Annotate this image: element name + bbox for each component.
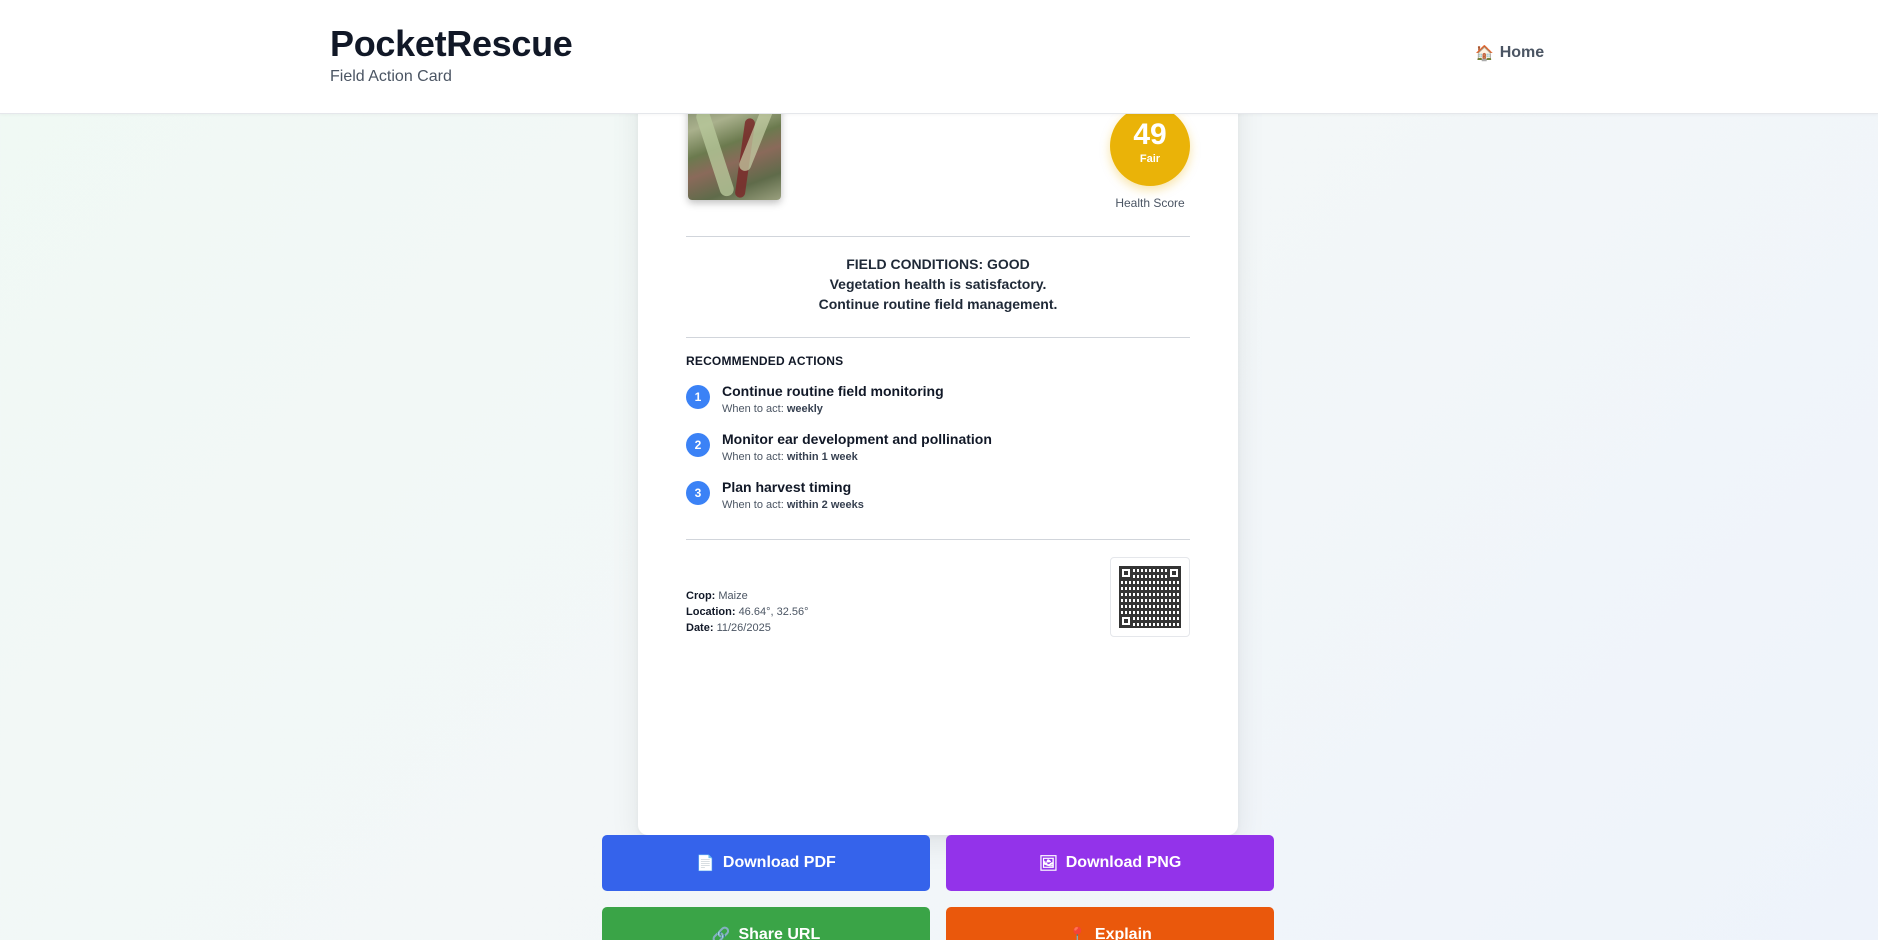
link-icon: 🔗 (711, 927, 731, 940)
house-icon: 🏠 (1475, 45, 1494, 62)
app-subtitle: Field Action Card (330, 68, 452, 85)
health-score-rating: Fair (1139, 153, 1161, 165)
qr-code-icon (1119, 566, 1181, 628)
app-header: PocketRescue Field Action Card 🏠 Home (0, 0, 1878, 114)
action-title: Continue routine field monitoring (722, 383, 944, 399)
action-timing: When to act: within 2 weeks (722, 499, 864, 511)
divider (686, 337, 1190, 338)
pin-icon: 📍 (1068, 927, 1087, 940)
home-link[interactable]: 🏠 Home (1475, 44, 1544, 62)
crop-info: Crop: Maize (686, 590, 748, 602)
download-pdf-button[interactable]: 📄 Download PDF (602, 835, 930, 891)
health-score-caption: Health Score (1115, 196, 1185, 210)
field-conditions-advice: Continue routine field management. (818, 296, 1058, 312)
action-title: Plan harvest timing (722, 479, 852, 495)
field-conditions-detail: Vegetation health is satisfactory. (829, 276, 1047, 292)
share-url-label: Share URL (738, 926, 821, 940)
field-conditions-summary: FIELD CONDITIONS: GOOD Vegetation health… (686, 254, 1190, 314)
field-action-card: 49 Fair Health Score FIELD CONDITIONS: G… (638, 60, 1238, 835)
step-number-badge: 3 (686, 481, 710, 505)
brand: PocketRescue Field Action Card (330, 22, 573, 86)
explain-label: Explain (1094, 926, 1152, 940)
download-pdf-label: Download PDF (722, 854, 836, 871)
document-icon: 📄 (696, 855, 715, 872)
recommended-actions-heading: RECOMMENDED ACTIONS (686, 354, 844, 368)
app-title: PocketRescue (330, 23, 573, 64)
image-icon: 🖼 (1038, 855, 1058, 872)
download-png-button[interactable]: 🖼 Download PNG (946, 835, 1274, 891)
action-timing: When to act: within 1 week (722, 451, 858, 463)
qr-code (1110, 557, 1190, 637)
divider (686, 236, 1190, 237)
share-url-button[interactable]: 🔗 Share URL (602, 907, 930, 940)
explain-button[interactable]: 📍 Explain (946, 907, 1274, 940)
home-link-label: Home (1499, 44, 1545, 61)
field-metadata: Crop: Maize Location: 46.64°, 32.56° Dat… (686, 588, 809, 636)
step-number-badge: 2 (686, 433, 710, 457)
action-timing: When to act: weekly (722, 403, 823, 415)
action-title: Monitor ear development and pollination (722, 431, 992, 447)
health-score-badge: 49 Fair (1110, 106, 1190, 186)
download-png-label: Download PNG (1065, 854, 1182, 871)
divider (686, 539, 1190, 540)
location-info: Location: 46.64°, 32.56° (686, 606, 809, 618)
date-info: Date: 11/26/2025 (686, 622, 771, 634)
field-conditions-status: FIELD CONDITIONS: GOOD (846, 256, 1030, 272)
step-number-badge: 1 (686, 385, 710, 409)
